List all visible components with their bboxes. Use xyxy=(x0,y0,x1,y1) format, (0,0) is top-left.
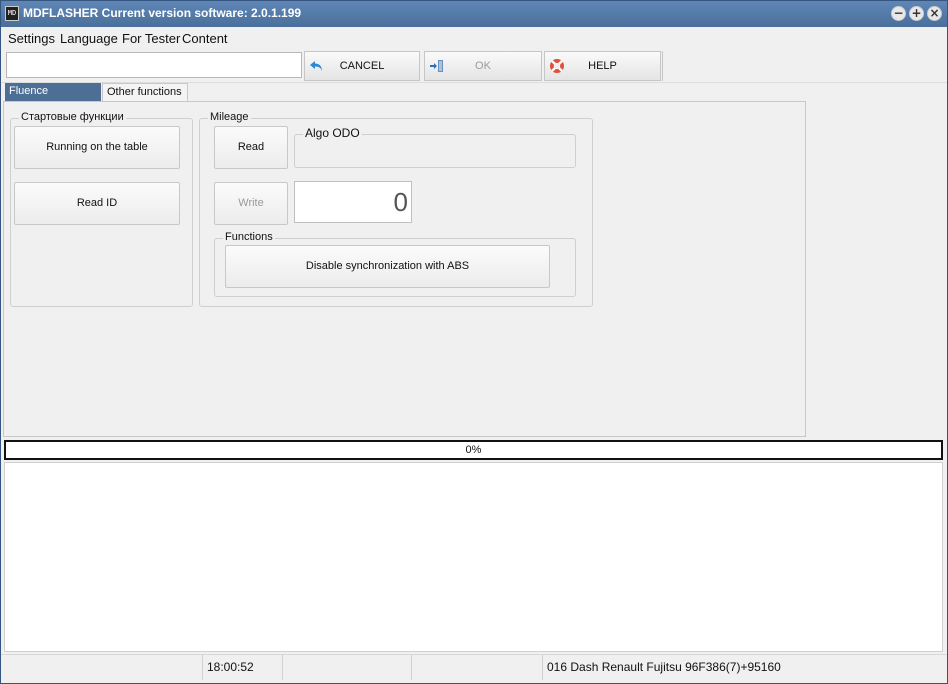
write-mileage-button[interactable]: Write xyxy=(214,182,288,225)
status-bar: 18:00:52 016 Dash Renault Fujitsu 96F386… xyxy=(1,654,947,680)
status-cell-4 xyxy=(412,655,543,680)
status-time: 18:00:52 xyxy=(203,655,283,680)
progress-bar: 0% xyxy=(4,440,943,460)
right-empty-area xyxy=(807,83,947,437)
algo-odo-group: Algo ODO xyxy=(294,126,576,168)
mileage-group: Mileage Read Algo ODO Write 0 Functions … xyxy=(199,111,593,307)
read-mileage-label: Read xyxy=(237,141,265,153)
toolbar-divider xyxy=(662,51,663,81)
odometer-input[interactable]: 0 xyxy=(294,181,412,223)
disable-abs-sync-button[interactable]: Disable synchronization with ABS xyxy=(225,245,550,288)
mileage-group-title: Mileage xyxy=(208,111,251,123)
tab-panel: Стартовые функции Running on the table R… xyxy=(3,101,806,437)
window-title: MDFLASHER Current version software: 2.0.… xyxy=(23,6,302,20)
read-mileage-button[interactable]: Read xyxy=(214,126,288,169)
menu-bar: Settings Language For Tester Content xyxy=(1,28,947,49)
close-button[interactable]: × xyxy=(927,6,942,21)
menu-settings[interactable]: Settings xyxy=(8,31,55,46)
progress-text: 0% xyxy=(465,444,482,456)
cancel-label: CANCEL xyxy=(339,60,385,72)
menu-for-tester[interactable]: For Tester xyxy=(122,31,180,46)
help-button[interactable]: HELP xyxy=(544,51,661,81)
toolbar: CANCEL OK HELP xyxy=(1,49,947,83)
algo-odo-title: Algo ODO xyxy=(303,126,362,140)
menu-language[interactable]: Language xyxy=(60,31,118,46)
app-logo-icon: MD xyxy=(5,6,19,21)
write-mileage-label: Write xyxy=(238,197,264,209)
log-output[interactable] xyxy=(4,462,943,652)
read-id-label: Read ID xyxy=(76,197,118,209)
command-input[interactable] xyxy=(6,52,302,78)
tab-fluence-megane3[interactable]: Fluence Megane3 xyxy=(5,83,101,114)
functions-group: Functions Disable synchronization with A… xyxy=(214,231,576,297)
ok-label: OK xyxy=(475,60,491,72)
startup-functions-group: Стартовые функции Running on the table R… xyxy=(10,111,193,307)
running-on-table-button[interactable]: Running on the table xyxy=(14,126,180,169)
main-window: MD MDFLASHER Current version software: 2… xyxy=(0,0,948,684)
tab-other-functions[interactable]: Other functions xyxy=(102,83,188,101)
maximize-button[interactable]: + xyxy=(909,6,924,21)
status-cell-3 xyxy=(283,655,412,680)
read-id-button[interactable]: Read ID xyxy=(14,182,180,225)
help-label: HELP xyxy=(588,60,617,72)
menu-content[interactable]: Content xyxy=(182,31,228,46)
title-bar[interactable]: MD MDFLASHER Current version software: 2… xyxy=(1,1,947,27)
startup-group-title: Стартовые функции xyxy=(19,111,126,123)
status-cell-1 xyxy=(1,655,203,680)
ok-button[interactable]: OK xyxy=(424,51,542,81)
status-device-info: 016 Dash Renault Fujitsu 96F386(7)+95160 xyxy=(547,660,781,674)
running-on-table-label: Running on the table xyxy=(46,141,148,153)
disable-abs-sync-label: Disable synchronization with ABS xyxy=(305,260,470,272)
cancel-button[interactable]: CANCEL xyxy=(304,51,420,81)
minimize-button[interactable]: − xyxy=(891,6,906,21)
functions-group-title: Functions xyxy=(223,231,275,243)
